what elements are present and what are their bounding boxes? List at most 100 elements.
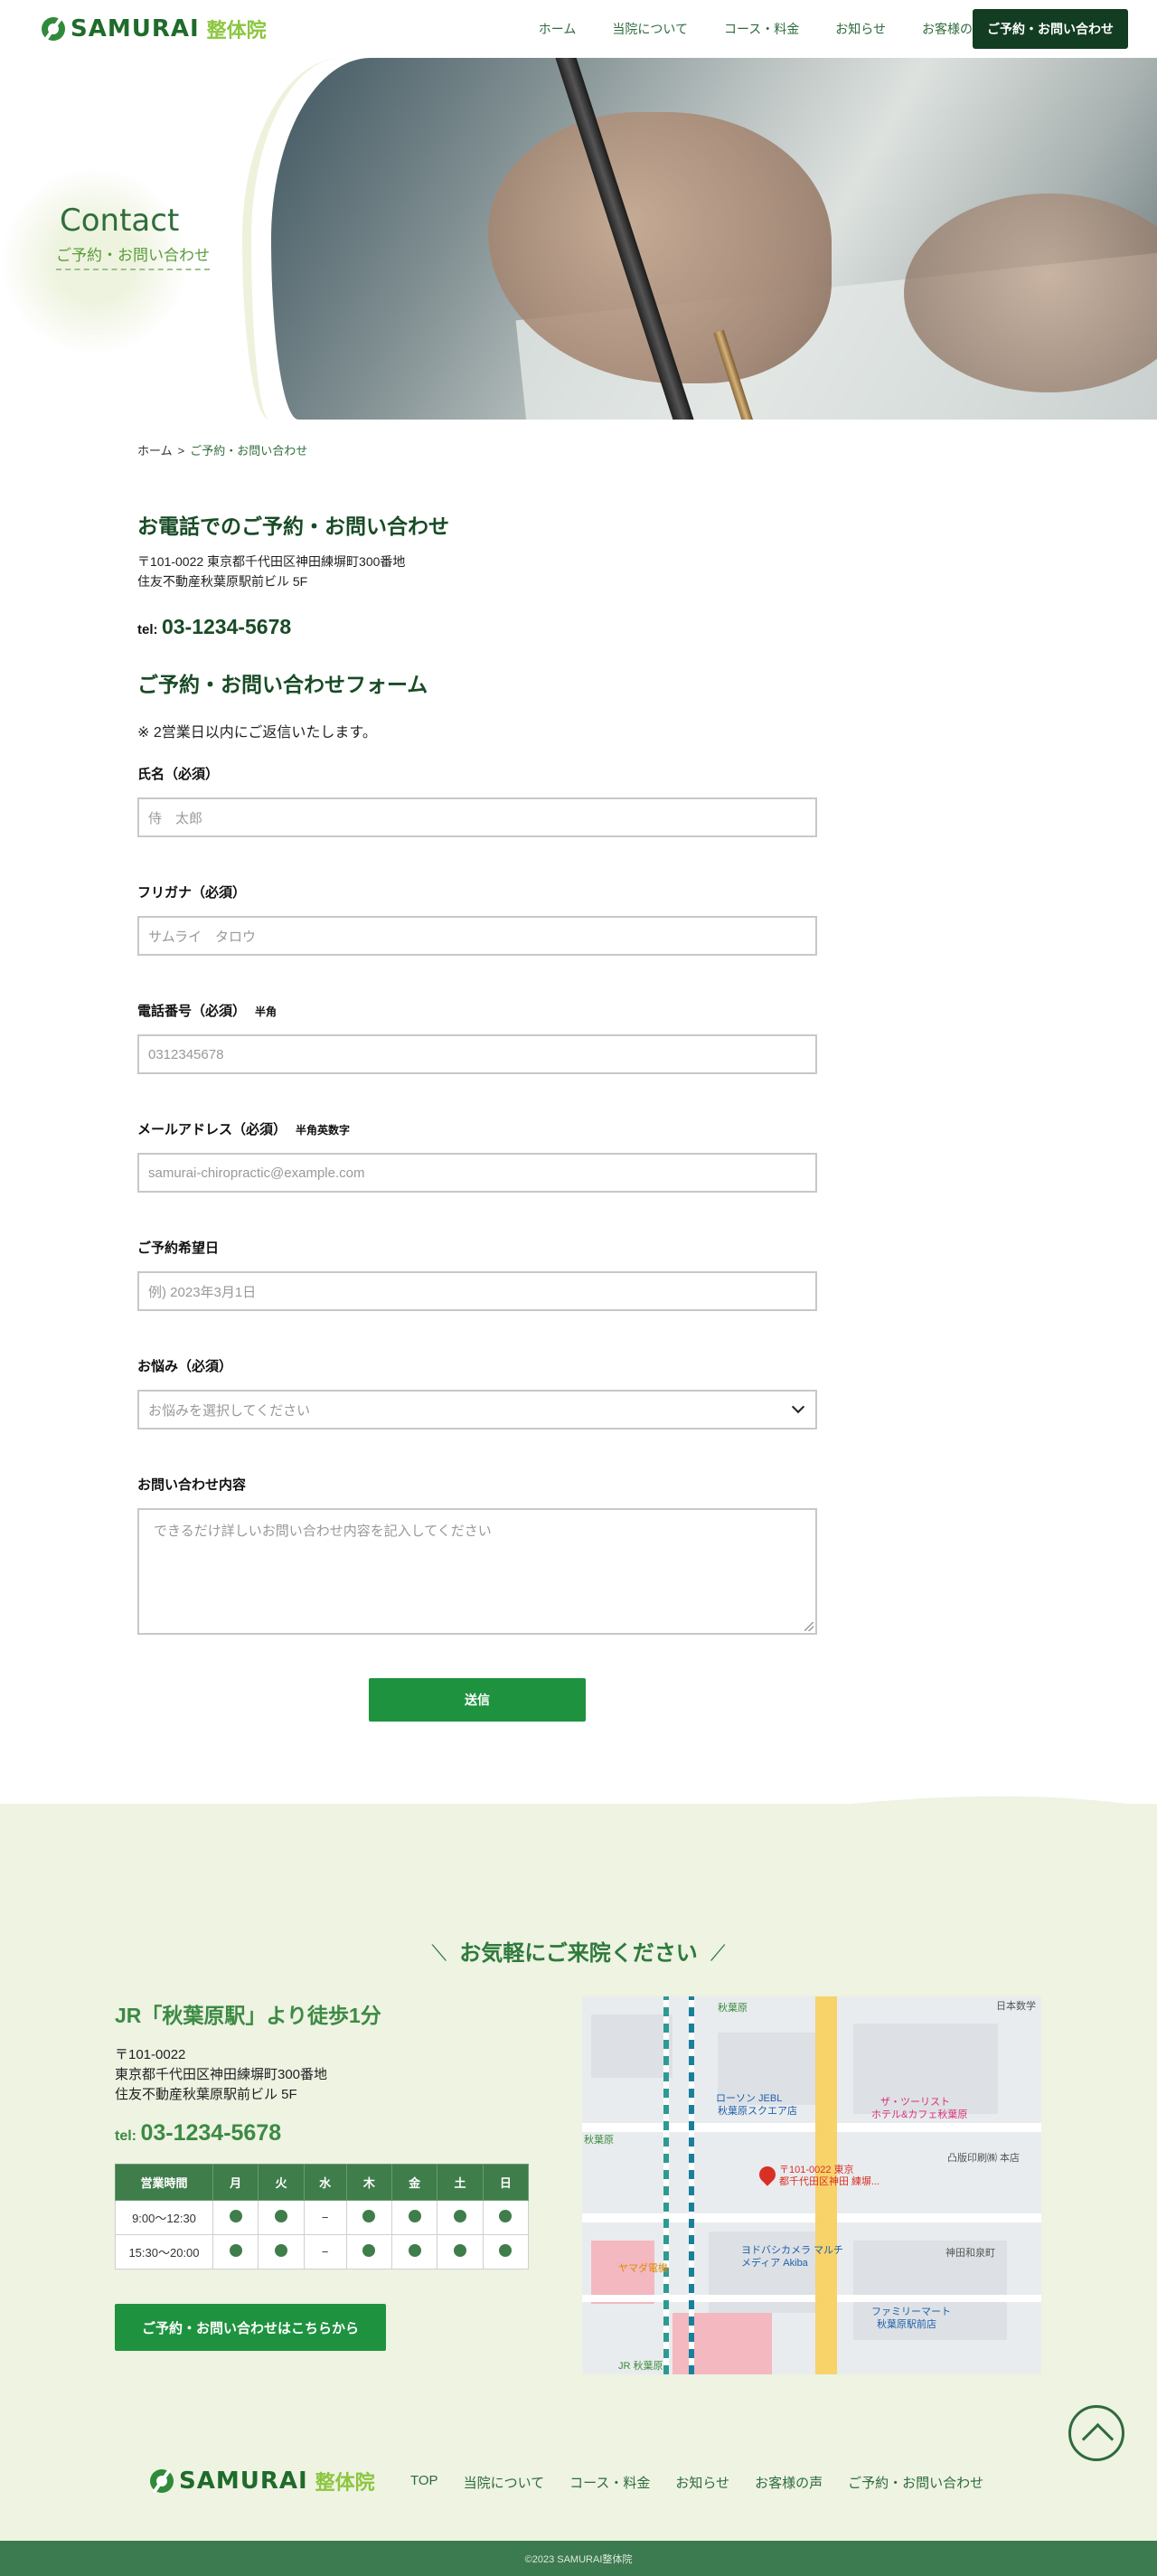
map-label: ヤマダ電機: [618, 2263, 668, 2274]
hours-header-cell: 木: [345, 2164, 393, 2201]
map-pin-icon[interactable]: [756, 2163, 779, 2186]
open-dot-icon: [229, 2244, 242, 2257]
hours-row: 15:30〜20:00 −: [115, 2234, 530, 2269]
google-map[interactable]: 秋葉原 ローソン JEBL 秋葉原スクエア店 ザ・ツーリスト ホテル&カフェ秋葉…: [582, 1996, 1041, 2374]
email-label: メールアドレス（必須） 半角英数字: [137, 1119, 350, 1138]
submit-button[interactable]: 送信: [369, 1678, 586, 1722]
site-logo[interactable]: SAMURAI 整体院: [42, 13, 267, 45]
nav-item-about[interactable]: 当院について: [612, 20, 688, 38]
map-pin-label-line2: 都千代田区神田 練塀...: [779, 2176, 880, 2187]
hours-cell: [390, 2234, 438, 2269]
map-label: 秋葉原スクエア店: [718, 2106, 797, 2117]
hours-time: 9:00〜12:30: [115, 2200, 213, 2235]
hours-row: 9:00〜12:30 −: [115, 2200, 530, 2235]
hours-header-cell: 金: [390, 2164, 438, 2201]
page: SAMURAI 整体院 ホーム 当院について コース・料金 お知らせ お客様の声…: [0, 0, 1157, 2576]
back-to-top-button[interactable]: [1068, 2405, 1124, 2461]
concern-select[interactable]: お悩みを選択してください: [137, 1390, 817, 1430]
phone-address: 〒101-0022 東京都千代田区神田練塀町300番地 住友不動産秋葉原駅前ビル…: [137, 552, 405, 591]
access-address-line2: 住友不動産秋葉原駅前ビル 5F: [115, 2087, 297, 2102]
footer-nav-about[interactable]: 当院について: [464, 2473, 545, 2492]
access-tel-label: tel:: [115, 2128, 136, 2144]
hours-time: 15:30〜20:00: [115, 2234, 213, 2269]
header-contact-button[interactable]: ご予約・お問い合わせ: [973, 9, 1128, 49]
tel-label: tel:: [137, 622, 158, 637]
hours-header-cell: 日: [482, 2164, 530, 2201]
open-dot-icon: [499, 2210, 513, 2222]
map-label: 秋葉原: [718, 2003, 748, 2014]
footer-logo-subtext: 整体院: [315, 2471, 375, 2494]
access-title: JR「秋葉原駅」より徒歩1分: [115, 2004, 381, 2027]
logo-text: SAMURAI: [71, 15, 200, 42]
map-railway: [663, 1996, 669, 2374]
access-tel: tel: 03-1234-5678: [115, 2120, 281, 2147]
hours-header-cell: 土: [437, 2164, 484, 2201]
footer-logo[interactable]: SAMURAI 整体院: [150, 2467, 375, 2496]
date-input[interactable]: 例) 2023年3月1日: [137, 1271, 817, 1311]
hours-header-cell: 営業時間: [115, 2164, 213, 2201]
kana-input[interactable]: サムライ タロウ: [137, 916, 817, 956]
footer-nav-voices[interactable]: お客様の声: [755, 2473, 823, 2492]
message-label: お問い合わせ内容: [137, 1477, 247, 1493]
open-dot-icon: [408, 2244, 421, 2257]
footer-logo-text: SAMURAI: [179, 2467, 308, 2495]
welcome-heading: ⟍ お気軽にご来院ください ⟋: [0, 1935, 1157, 1967]
map-label: メディア Akiba: [741, 2258, 808, 2269]
chevron-down-icon: [791, 1400, 805, 1414]
phone-input[interactable]: 0312345678: [137, 1034, 817, 1074]
email-input[interactable]: samurai-chiropractic@example.com: [137, 1153, 817, 1193]
main-nav: ホーム 当院について コース・料金 お知らせ お客様の声: [503, 20, 985, 38]
hero: Contact ご予約・お問い合わせ: [0, 58, 1157, 420]
map-block-pink: [673, 2313, 772, 2374]
breadcrumb-current: ご予約・お問い合わせ: [190, 444, 308, 458]
hours-cell: [345, 2234, 393, 2269]
hours-cell: [482, 2200, 530, 2235]
form-heading: ご予約・お問い合わせフォーム: [137, 673, 428, 696]
logo-mark-icon: [150, 2469, 174, 2493]
hours-header-row: 営業時間 月 火 水 木 金 土 日: [115, 2164, 530, 2201]
footer-nav-contact[interactable]: ご予約・お問い合わせ: [848, 2473, 983, 2492]
message-textarea[interactable]: できるだけ詳しいお問い合わせ内容を記入してください: [137, 1508, 817, 1635]
footer-nav-top[interactable]: TOP: [410, 2473, 438, 2492]
welcome-text: お気軽にご来院ください: [459, 1941, 698, 1966]
map-road: [582, 2295, 1041, 2302]
open-dot-icon: [229, 2210, 242, 2222]
phone-address-line2: 住友不動産秋葉原駅前ビル 5F: [137, 574, 308, 589]
phone-heading: お電話でのご予約・お問い合わせ: [137, 514, 449, 538]
hours-cell: [437, 2234, 484, 2269]
open-dot-icon: [362, 2244, 376, 2257]
hours-cell: [212, 2200, 259, 2235]
hours-cell: [258, 2200, 305, 2235]
open-dot-icon: [274, 2210, 287, 2222]
nav-item-news[interactable]: お知らせ: [835, 20, 886, 38]
hours-header-cell: 水: [303, 2164, 347, 2201]
tel-number[interactable]: 03-1234-5678: [162, 615, 291, 638]
date-label: ご予約希望日: [137, 1241, 220, 1256]
hours-header-cell: 月: [212, 2164, 259, 2201]
email-placeholder: samurai-chiropractic@example.com: [148, 1165, 365, 1181]
map-road: [582, 2123, 1041, 2132]
email-hint: 半角英数字: [296, 1124, 351, 1137]
footer-nav-news[interactable]: お知らせ: [675, 2473, 729, 2492]
access-postal: 〒101-0022: [115, 2047, 186, 2062]
map-pin-label-line1: 〒101-0022 東京: [779, 2165, 854, 2175]
concern-placeholder: お悩みを選択してください: [148, 1402, 311, 1419]
hours-cell: −: [303, 2234, 347, 2269]
hours-cell: [212, 2234, 259, 2269]
access-contact-button[interactable]: ご予約・お問い合わせはこちらから: [115, 2304, 386, 2351]
footer-nav-courses[interactable]: コース・料金: [569, 2473, 650, 2492]
open-dot-icon: [408, 2210, 421, 2222]
breadcrumb-home[interactable]: ホーム: [137, 444, 173, 458]
nav-item-courses[interactable]: コース・料金: [724, 20, 799, 38]
phone-placeholder: 0312345678: [148, 1046, 224, 1062]
copyright: ©2023 SAMURAI整体院: [0, 2541, 1157, 2576]
map-label: 秋葉原駅前店: [877, 2319, 936, 2330]
name-input[interactable]: 侍 太郎: [137, 797, 817, 837]
breadcrumb-separator: >: [177, 444, 185, 458]
logo-subtext: 整体院: [206, 19, 267, 42]
access-tel-number[interactable]: 03-1234-5678: [140, 2120, 281, 2146]
open-dot-icon: [453, 2244, 466, 2257]
nav-item-home[interactable]: ホーム: [539, 20, 577, 38]
map-pin-label: 〒101-0022 東京 都千代田区神田 練塀...: [779, 2165, 880, 2188]
message-placeholder: できるだけ詳しいお問い合わせ内容を記入してください: [154, 1524, 492, 1539]
